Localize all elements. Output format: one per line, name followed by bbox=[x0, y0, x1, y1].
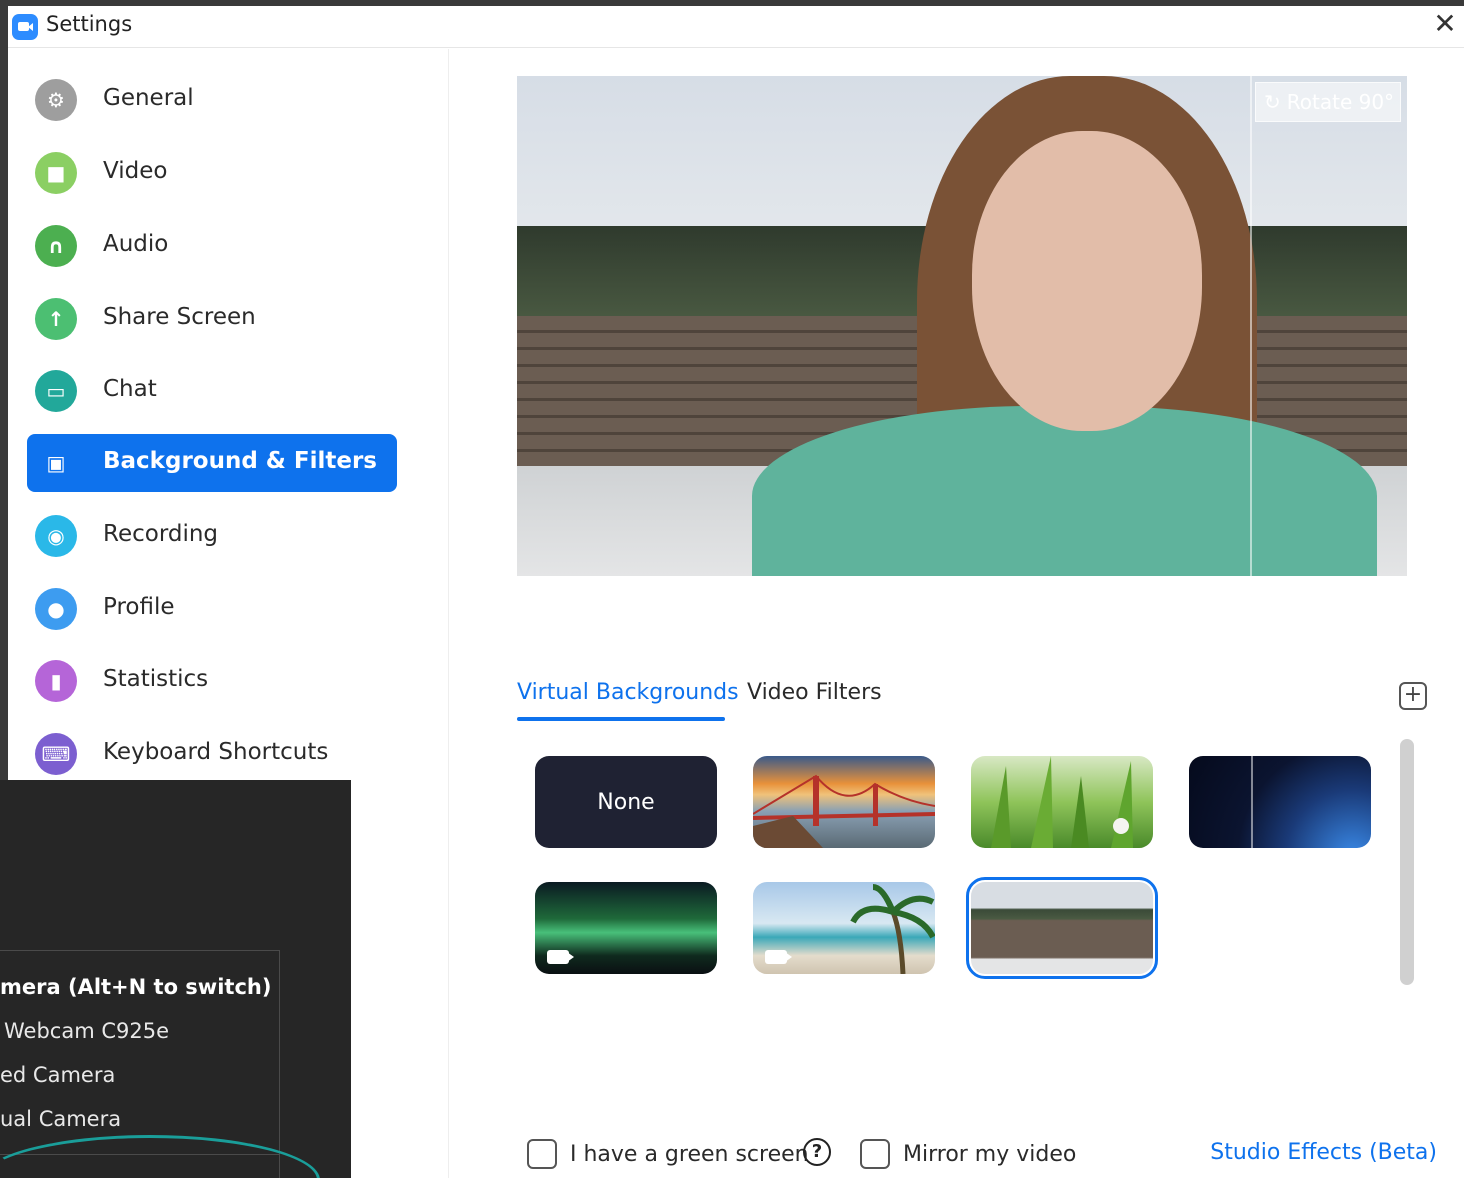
sidebar-item-audio[interactable]: ∩ Audio bbox=[27, 217, 397, 275]
sidebar-item-label: Statistics bbox=[103, 666, 209, 692]
profile-icon: ● bbox=[35, 588, 77, 630]
chat-bubble-icon-glyph: ▭ bbox=[46, 379, 66, 403]
background-grass[interactable] bbox=[971, 756, 1153, 848]
sidebar-item-keyboard-shortcuts[interactable]: ⌨ Keyboard Shortcuts bbox=[27, 725, 397, 783]
camera-menu-heading: mera (Alt+N to switch) bbox=[0, 975, 272, 999]
camera-option[interactable]: Webcam C925e bbox=[4, 1019, 169, 1043]
background-seam bbox=[1250, 76, 1252, 576]
sidebar-item-background-filters[interactable]: ▣ Background & Filters bbox=[27, 434, 397, 492]
green-screen-label: I have a green screen bbox=[570, 1142, 809, 1167]
background-golden-gate-bridge[interactable] bbox=[753, 756, 935, 848]
share-screen-icon-glyph: ↑ bbox=[47, 307, 65, 331]
share-screen-icon: ↑ bbox=[35, 298, 77, 340]
video-camera-icon-glyph: ■ bbox=[46, 161, 66, 185]
camera-option[interactable]: ual Camera bbox=[0, 1107, 121, 1131]
person-face bbox=[972, 131, 1202, 431]
sidebar-item-label: Background & Filters bbox=[103, 448, 377, 474]
keyboard-icon-glyph: ⌨ bbox=[41, 742, 71, 766]
backgrounds-scrollbar[interactable] bbox=[1400, 739, 1414, 985]
sidebar-item-chat[interactable]: ▭ Chat bbox=[27, 362, 397, 420]
sidebar-item-label: Video bbox=[103, 158, 168, 184]
background-aurora[interactable] bbox=[535, 882, 717, 974]
thumb-seam bbox=[1251, 756, 1253, 848]
sidebar-item-label: Chat bbox=[103, 376, 157, 402]
recording-icon: ◉ bbox=[35, 515, 77, 557]
sidebar-item-label: General bbox=[103, 85, 194, 111]
headphones-icon-glyph: ∩ bbox=[47, 234, 65, 258]
sidebar-item-label: Keyboard Shortcuts bbox=[103, 739, 329, 765]
zoom-app-icon bbox=[12, 14, 38, 40]
help-icon[interactable]: ? bbox=[803, 1138, 831, 1166]
sidebar-item-share-screen[interactable]: ↑ Share Screen bbox=[27, 290, 397, 348]
video-camera-icon bbox=[547, 950, 574, 964]
statistics-icon: ▮ bbox=[35, 660, 77, 702]
mirror-video-checkbox[interactable] bbox=[860, 1139, 890, 1169]
camera-option[interactable]: ed Camera bbox=[0, 1063, 115, 1087]
profile-icon-glyph: ● bbox=[47, 597, 65, 621]
sidebar-item-label: Audio bbox=[103, 231, 169, 257]
close-icon[interactable]: ✕ bbox=[1430, 10, 1460, 40]
headphones-icon: ∩ bbox=[35, 225, 77, 267]
sidebar-item-label: Share Screen bbox=[103, 304, 256, 330]
tab-video-filters[interactable]: Video Filters bbox=[747, 680, 882, 705]
background-earth-from-space[interactable] bbox=[1189, 756, 1371, 848]
bridge-art bbox=[753, 774, 935, 848]
sidebar-item-general[interactable]: ⚙ General bbox=[27, 71, 397, 129]
sidebar-item-label: Profile bbox=[103, 594, 175, 620]
options-bar: I have a green screen ? Mirror my video … bbox=[517, 1134, 1447, 1174]
background-beach-palm[interactable] bbox=[753, 882, 935, 974]
green-screen-checkbox[interactable] bbox=[527, 1139, 557, 1169]
active-tab-underline bbox=[517, 717, 725, 721]
sidebar-item-label: Recording bbox=[103, 521, 219, 547]
video-camera-icon: ■ bbox=[35, 152, 77, 194]
studio-effects-link[interactable]: Studio Effects (Beta) bbox=[1210, 1140, 1437, 1165]
sidebar-item-profile[interactable]: ● Profile bbox=[27, 580, 397, 638]
add-background-icon[interactable]: + bbox=[1399, 682, 1427, 710]
statistics-icon-glyph: ▮ bbox=[50, 669, 62, 693]
keyboard-icon: ⌨ bbox=[35, 733, 77, 775]
video-camera-icon bbox=[765, 950, 792, 964]
title-bar: Settings ✕ bbox=[8, 6, 1464, 48]
background-tabs: Virtual Backgrounds Video Filters + bbox=[517, 674, 1427, 722]
rotate-label: Rotate 90° bbox=[1286, 90, 1395, 114]
sidebar-item-video[interactable]: ■ Video bbox=[27, 144, 397, 202]
rotate-icon: ↻ bbox=[1264, 90, 1281, 114]
gear-icon-glyph: ⚙ bbox=[47, 88, 65, 112]
mirror-video-label: Mirror my video bbox=[903, 1142, 1077, 1167]
person-body bbox=[752, 406, 1377, 576]
grass-art bbox=[991, 756, 1133, 848]
window-title: Settings bbox=[46, 12, 133, 36]
recording-icon-glyph: ◉ bbox=[47, 524, 65, 548]
rotate-90-button[interactable]: ↻ Rotate 90° bbox=[1255, 82, 1401, 122]
background-filters-icon: ▣ bbox=[35, 442, 77, 484]
camera-menu-overlay: mera (Alt+N to switch) Webcam C925e ed C… bbox=[0, 780, 351, 1178]
gear-icon: ⚙ bbox=[35, 79, 77, 121]
background-filters-panel: ↻ Rotate 90° Virtual Backgrounds Video F… bbox=[450, 49, 1464, 1178]
background-none[interactable]: None bbox=[535, 756, 717, 848]
background-filters-icon-glyph: ▣ bbox=[46, 451, 66, 475]
sidebar-item-recording[interactable]: ◉ Recording bbox=[27, 507, 397, 565]
background-snowy-fence[interactable] bbox=[966, 877, 1158, 979]
video-preview: ↻ Rotate 90° bbox=[517, 76, 1407, 576]
sidebar-item-statistics[interactable]: ▮ Statistics bbox=[27, 652, 397, 710]
chat-bubble-icon: ▭ bbox=[35, 370, 77, 412]
tab-virtual-backgrounds[interactable]: Virtual Backgrounds bbox=[517, 680, 739, 705]
